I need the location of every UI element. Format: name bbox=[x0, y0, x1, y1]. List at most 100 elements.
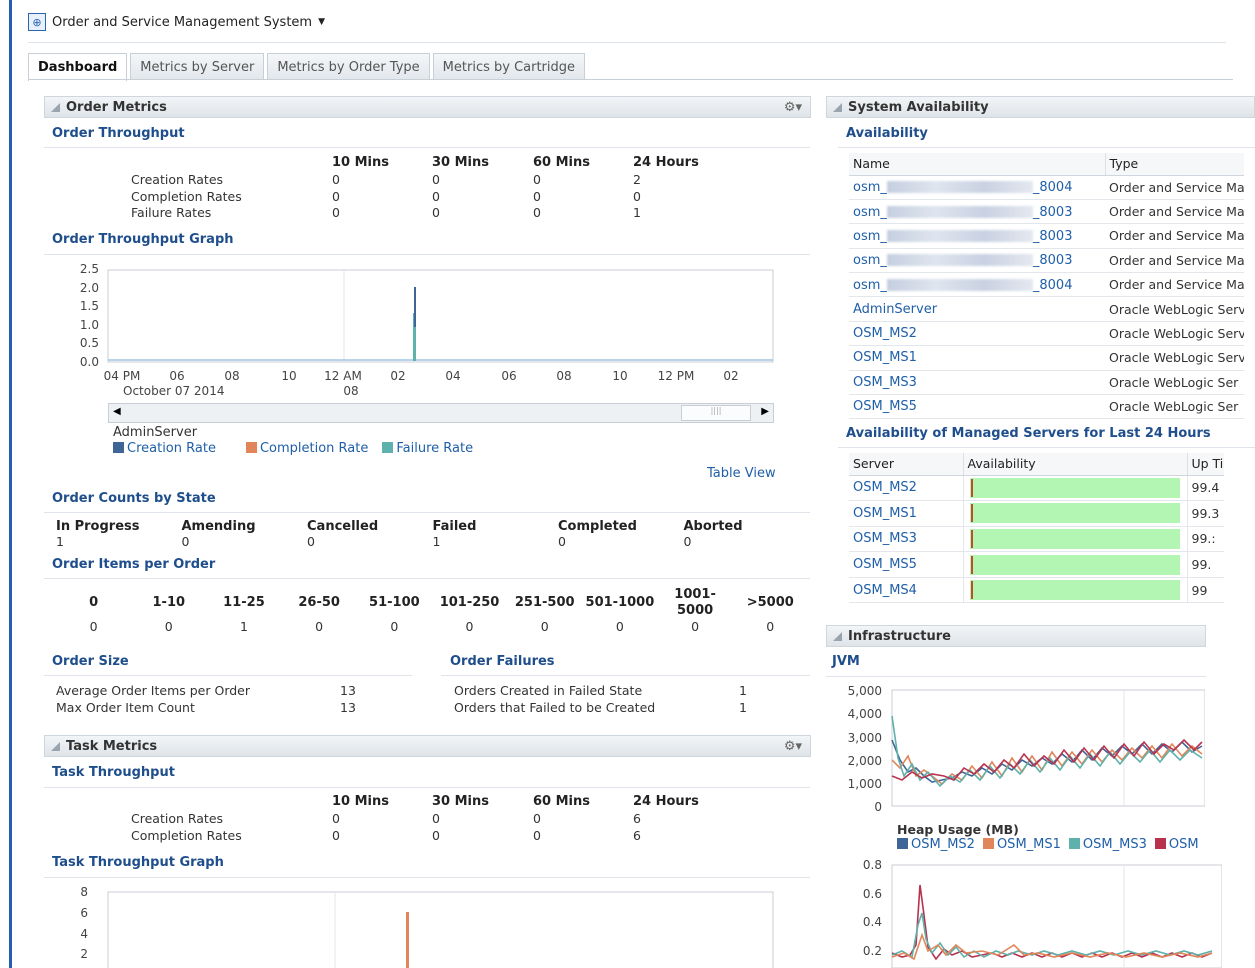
type-cell: Oracle WebLogic Ser bbox=[1105, 370, 1244, 396]
chevron-down-icon[interactable]: ▼ bbox=[318, 17, 325, 27]
legend-item[interactable]: Failure Rate bbox=[382, 441, 473, 456]
server-link[interactable]: OSM_MS5 bbox=[849, 394, 1105, 420]
server-link[interactable]: OSM_MS1 bbox=[849, 345, 1105, 371]
state-label: In Progress bbox=[56, 519, 140, 534]
bucket-label: 1001- 5000 bbox=[674, 587, 716, 618]
state-item: Failed 1 bbox=[433, 519, 559, 549]
legend-item[interactable]: OSM_MS1 bbox=[982, 837, 1061, 852]
tab-metrics-by-server[interactable]: Metrics by Server bbox=[130, 53, 265, 80]
cell: 0 bbox=[332, 811, 340, 826]
header-divider bbox=[28, 42, 1226, 43]
legend-label: Creation Rate bbox=[127, 441, 216, 456]
date-label: October 07 2014 bbox=[123, 384, 224, 398]
bucket-label: 501-1000 bbox=[585, 595, 655, 610]
cell: 0 bbox=[332, 172, 340, 187]
cell: 6 bbox=[633, 828, 641, 843]
scroll-right-icon[interactable]: ▶ bbox=[761, 406, 769, 417]
legend-swatch bbox=[382, 442, 394, 453]
bucket-label: >5000 bbox=[746, 595, 794, 610]
server-link[interactable]: OSM_MS2 bbox=[849, 475, 963, 502]
bucket-value: 0 bbox=[540, 619, 549, 634]
cell: 0 bbox=[533, 828, 541, 843]
legend-item[interactable]: OSM_MS2 bbox=[897, 837, 975, 852]
table-row: OSM_MS5 99. bbox=[849, 551, 1224, 578]
state-item: Cancelled 0 bbox=[307, 519, 433, 549]
state-value: 0 bbox=[181, 534, 190, 549]
server-link[interactable]: OSM_MS2 bbox=[849, 321, 1105, 347]
infrastructure-header[interactable]: Infrastructure bbox=[826, 625, 1206, 647]
tab-metrics-by-order-type[interactable]: Metrics by Order Type bbox=[267, 53, 430, 80]
col-header: 30 Mins bbox=[432, 794, 490, 809]
col-header: 30 Mins bbox=[432, 155, 490, 170]
type-cell: Order and Service Ma bbox=[1105, 175, 1244, 200]
cpu-chart: 0.8 0.6 0.4 0.2 bbox=[863, 858, 1222, 968]
gear-icon[interactable]: ⚙▾ bbox=[784, 100, 802, 115]
app-icon: ⊕ bbox=[28, 13, 46, 31]
creation-rate-spike bbox=[414, 287, 416, 327]
legend-swatch bbox=[113, 442, 124, 453]
server-link[interactable]: osm_ _8003 bbox=[849, 248, 1105, 274]
tab-metrics-by-cartridge[interactable]: Metrics by Cartridge bbox=[432, 53, 586, 80]
bucket-label: 26-50 bbox=[298, 595, 340, 610]
legend-item[interactable]: Creation Rate bbox=[113, 441, 216, 456]
legend-swatch bbox=[897, 838, 908, 849]
collapse-icon[interactable] bbox=[51, 102, 60, 112]
server-link[interactable]: OSM_MS3 bbox=[849, 526, 963, 553]
table-view-link[interactable]: Table View bbox=[707, 466, 776, 481]
app-title-menu[interactable]: ⊕ Order and Service Management System ▼ bbox=[28, 8, 325, 36]
server-link[interactable]: osm_ _8004 bbox=[849, 272, 1105, 298]
server-link[interactable]: osm_ _8003 bbox=[849, 223, 1105, 249]
legend-item[interactable]: OSM_MS3 bbox=[1068, 837, 1147, 852]
cell: 0 bbox=[432, 172, 440, 187]
type-cell: Order and Service Mai bbox=[1105, 248, 1244, 274]
system-availability-header[interactable]: System Availability bbox=[826, 96, 1255, 118]
server-link[interactable]: OSM_MS5 bbox=[849, 551, 963, 578]
col-header: 10 Mins bbox=[332, 794, 390, 809]
bucket-value: 0 bbox=[164, 619, 173, 634]
server-link[interactable]: osm_ _8003 bbox=[849, 199, 1105, 225]
y-tick: 0.2 bbox=[863, 944, 882, 958]
scroll-thumb[interactable]: |||| bbox=[681, 405, 751, 421]
server-link[interactable]: AdminServer bbox=[849, 296, 1105, 322]
legend-item[interactable]: OSM bbox=[1154, 837, 1199, 852]
table-header-row: Server Availability Up Ti bbox=[849, 453, 1224, 476]
legend-label: OSM bbox=[1168, 837, 1199, 852]
table-row: OSM_MS3 99.: bbox=[849, 526, 1224, 553]
state-value: 1 bbox=[56, 534, 64, 549]
table-row: AdminServer Oracle WebLogic Serv bbox=[849, 296, 1244, 322]
availability-bar bbox=[969, 580, 1180, 601]
divider bbox=[44, 787, 810, 788]
task-metrics-header[interactable]: Task Metrics ⚙▾ bbox=[44, 735, 811, 757]
cell: 0 bbox=[432, 811, 440, 826]
server-link[interactable]: OSM_MS3 bbox=[849, 370, 1105, 396]
cell: 1 bbox=[633, 205, 641, 220]
legend-item[interactable]: Completion Rate bbox=[245, 441, 368, 456]
scroll-left-icon[interactable]: ◀ bbox=[113, 406, 121, 417]
server-link[interactable]: osm_ _8004 bbox=[849, 175, 1105, 200]
collapse-icon[interactable] bbox=[833, 102, 842, 112]
x-tick: 08 bbox=[224, 369, 239, 383]
managed-availability-table: Server Availability Up Ti OSM_MS2 99.4 OSM_… bbox=[849, 453, 1224, 604]
redacted-hostname bbox=[886, 205, 1033, 218]
collapse-icon[interactable] bbox=[833, 631, 842, 641]
table-row: OSM_MS2 99.4 bbox=[849, 475, 1224, 502]
redacted-hostname bbox=[886, 278, 1033, 291]
cell: 0 bbox=[633, 189, 641, 204]
server-prefix: osm_ bbox=[853, 253, 887, 269]
type-cell: Oracle WebLogic Serv bbox=[1105, 321, 1244, 347]
plot-area bbox=[107, 891, 774, 968]
order-metrics-header[interactable]: Order Metrics ⚙▾ bbox=[44, 96, 811, 118]
time-range-scrollbar[interactable]: ◀ |||| ▶ bbox=[108, 403, 774, 423]
server-link[interactable]: OSM_MS1 bbox=[849, 500, 963, 527]
cell: 0 bbox=[432, 189, 440, 204]
gear-icon[interactable]: ⚙▾ bbox=[784, 739, 802, 754]
type-cell: Oracle WebLogic Serv bbox=[1105, 345, 1244, 371]
server-link[interactable]: OSM_MS4 bbox=[849, 577, 963, 604]
tab-dashboard[interactable]: Dashboard bbox=[28, 53, 128, 81]
y-tick: 0.4 bbox=[863, 915, 882, 929]
collapse-icon[interactable] bbox=[51, 741, 60, 751]
y-tick: 2 bbox=[80, 947, 88, 961]
state-value: 0 bbox=[558, 534, 566, 549]
failure-label: Orders Created in Failed State bbox=[454, 683, 643, 698]
availability-bar bbox=[969, 554, 1180, 575]
